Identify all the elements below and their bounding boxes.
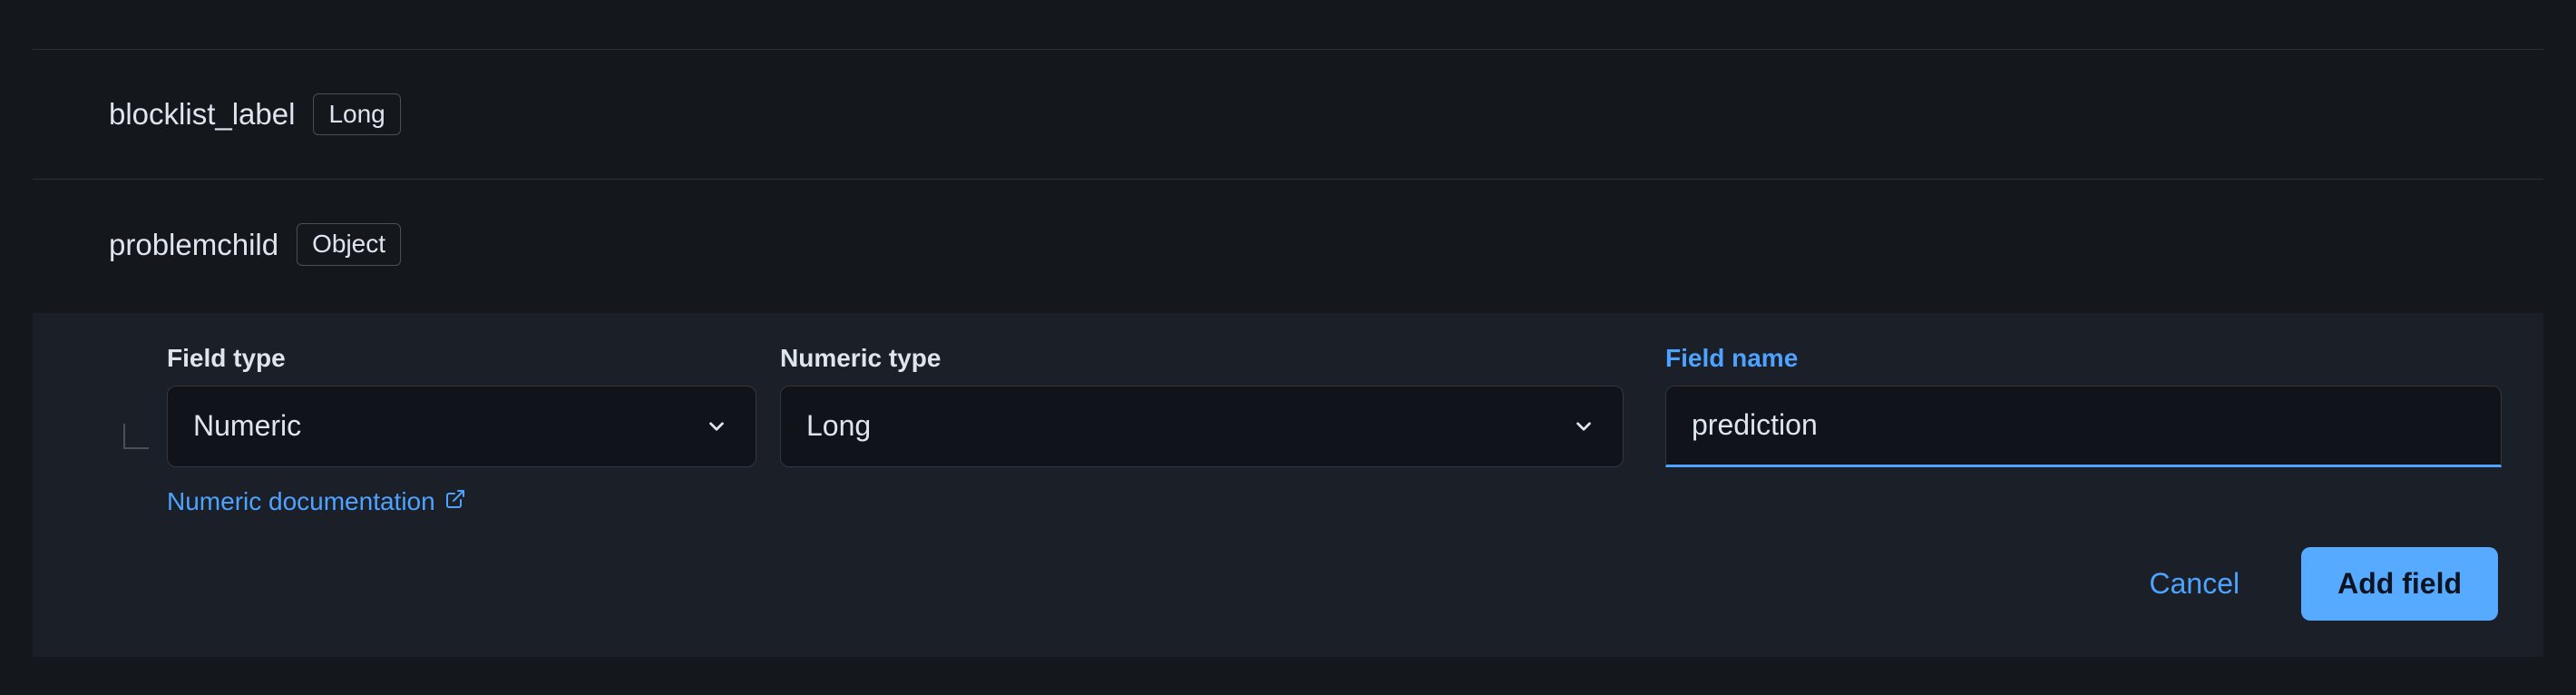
cancel-button[interactable]: Cancel xyxy=(2113,547,2277,621)
type-badge: Long xyxy=(313,93,400,135)
numeric-type-select[interactable]: Long xyxy=(780,386,1624,467)
field-type-select[interactable]: Numeric xyxy=(167,386,756,467)
field-name-input-wrap[interactable] xyxy=(1665,386,2502,467)
numeric-type-label: Numeric type xyxy=(780,344,1624,373)
tree-connector-icon xyxy=(123,424,149,449)
numeric-type-value: Long xyxy=(806,409,1570,443)
add-field-editor-panel: Field type Numeric Numeric documentation xyxy=(33,313,2543,657)
field-name-label: blocklist_label xyxy=(109,97,295,132)
field-type-value: Numeric xyxy=(193,409,703,443)
external-link-icon xyxy=(444,487,466,516)
field-name-label: problemchild xyxy=(109,228,278,262)
field-name-label: Field name xyxy=(1665,344,2502,373)
field-name-input[interactable] xyxy=(1692,408,2475,442)
add-field-button[interactable]: Add field xyxy=(2301,547,2498,621)
field-type-label: Field type xyxy=(167,344,756,373)
field-row-problemchild: problemchild Object xyxy=(33,180,2543,308)
type-badge: Object xyxy=(297,223,401,265)
numeric-documentation-link[interactable]: Numeric documentation xyxy=(167,487,756,516)
chevron-down-icon xyxy=(1570,413,1597,440)
field-row-blocklist-label: blocklist_label Long xyxy=(33,50,2543,179)
chevron-down-icon xyxy=(703,413,730,440)
doc-link-label: Numeric documentation xyxy=(167,487,435,516)
